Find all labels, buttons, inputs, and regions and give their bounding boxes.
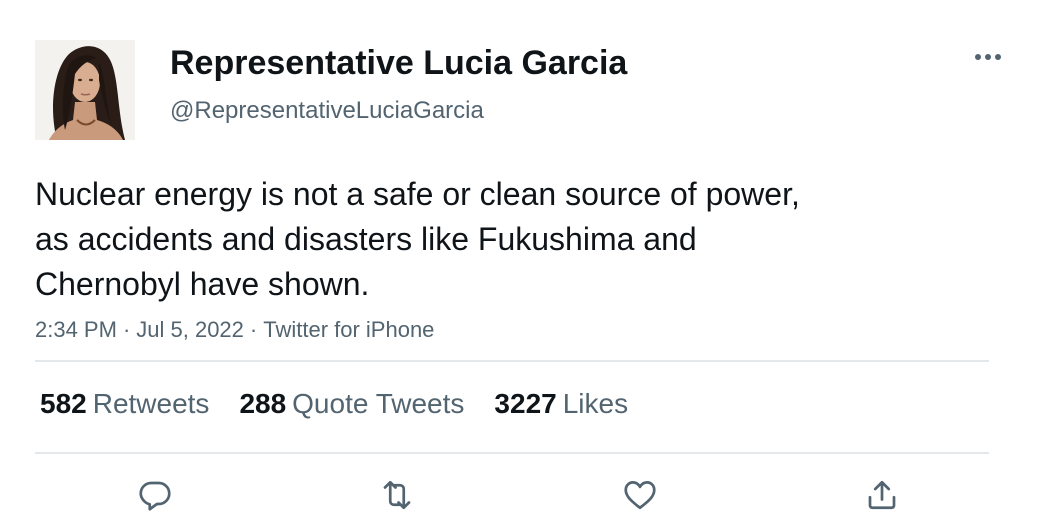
tweet-date[interactable]: Jul 5, 2022 bbox=[136, 317, 244, 342]
divider bbox=[35, 360, 989, 362]
divider bbox=[35, 452, 989, 454]
like-button[interactable] bbox=[615, 470, 665, 520]
more-icon bbox=[975, 54, 1001, 60]
like-icon bbox=[624, 481, 656, 510]
quote-tweets-count: 288 bbox=[239, 388, 287, 419]
avatar[interactable] bbox=[35, 40, 135, 140]
reply-button[interactable] bbox=[130, 470, 180, 520]
likes-stat[interactable]: 3227 Likes bbox=[494, 386, 628, 422]
tweet-text-line: Nuclear energy is not a safe or clean so… bbox=[35, 176, 800, 212]
share-icon bbox=[868, 480, 896, 510]
likes-count: 3227 bbox=[494, 388, 557, 419]
tweet-text-line: Chernobyl have shown. bbox=[35, 266, 370, 302]
share-button[interactable] bbox=[857, 470, 907, 520]
retweets-label: Retweets bbox=[92, 388, 210, 419]
tweet-card: Representative Lucia Garcia @Representat… bbox=[0, 0, 1050, 525]
reply-icon bbox=[139, 481, 171, 511]
retweets-count: 582 bbox=[40, 388, 87, 419]
tweet-source[interactable]: Twitter for iPhone bbox=[263, 317, 434, 342]
separator: · bbox=[122, 317, 131, 342]
engagement-stats: 582 Retweets 288 Quote Tweets 3227 Likes bbox=[40, 386, 628, 422]
likes-label: Likes bbox=[562, 388, 629, 419]
more-options-button[interactable] bbox=[968, 42, 1008, 72]
tweet-metadata: 2:34 PM · Jul 5, 2022 · Twitter for iPhone bbox=[35, 316, 434, 344]
retweet-icon bbox=[383, 480, 411, 510]
retweets-stat[interactable]: 582 Retweets bbox=[40, 386, 209, 422]
separator: · bbox=[249, 317, 258, 342]
retweet-button[interactable] bbox=[372, 470, 422, 520]
quote-tweets-stat[interactable]: 288 Quote Tweets bbox=[239, 386, 464, 422]
tweet-time[interactable]: 2:34 PM bbox=[35, 317, 117, 342]
author-handle[interactable]: @RepresentativeLuciaGarcia bbox=[170, 96, 484, 126]
tweet-text: Nuclear energy is not a safe or clean so… bbox=[35, 172, 935, 307]
profile-photo-icon bbox=[35, 40, 135, 140]
quote-tweets-label: Quote Tweets bbox=[292, 388, 465, 419]
author-display-name[interactable]: Representative Lucia Garcia bbox=[170, 42, 627, 84]
action-bar bbox=[0, 470, 1050, 520]
tweet-text-line: as accidents and disasters like Fukushim… bbox=[35, 221, 697, 257]
